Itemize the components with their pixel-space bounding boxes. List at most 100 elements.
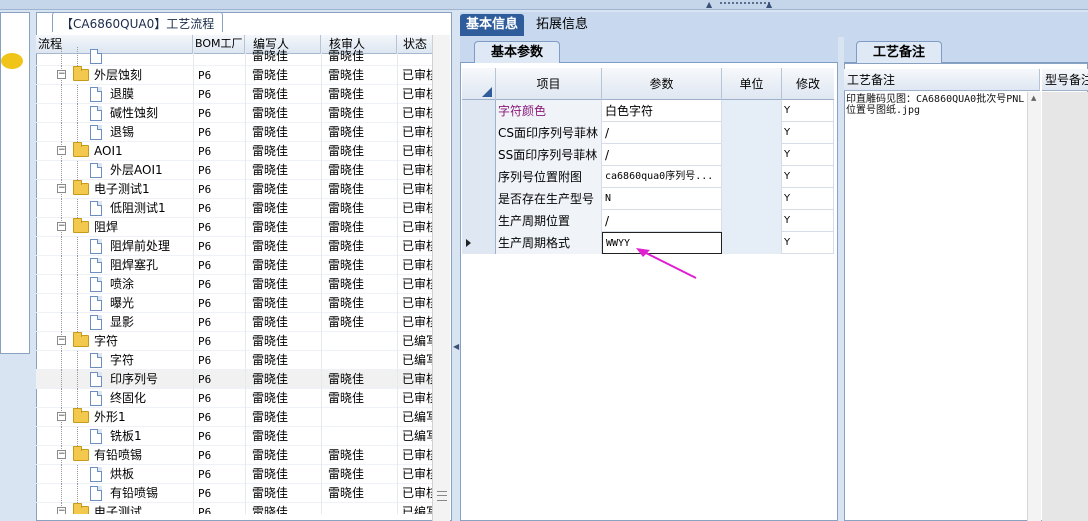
param-unit-cell[interactable] [722, 166, 782, 188]
tree-node-step[interactable]: 铣板1 P6雷晓佳 已编写 [36, 427, 432, 446]
param-unit-cell[interactable] [722, 100, 782, 122]
param-unit-cell[interactable] [722, 210, 782, 232]
row-indicator[interactable] [462, 210, 496, 232]
collapse-left-icon[interactable]: ◀ [453, 342, 459, 351]
collapse-toggle-icon[interactable]: − [57, 412, 66, 421]
tab-process-remarks[interactable]: 工艺备注 [856, 41, 942, 63]
column-header-unit[interactable]: 单位 [722, 68, 782, 100]
bom-cell: P6 [193, 370, 245, 389]
remark-scrollbar[interactable]: ▲ [1027, 92, 1041, 521]
tree-node-folder[interactable]: − 外形1 P6雷晓佳 已编写 [36, 408, 432, 427]
tree-node-step[interactable]: 终固化P6雷晓佳雷晓佳已审核 [36, 389, 432, 408]
param-value-cell[interactable]: ca6860qua0序列号... [602, 166, 722, 188]
row-indicator[interactable] [462, 122, 496, 144]
param-value-cell[interactable]: N [602, 188, 722, 210]
tab-basic-info[interactable]: 基本信息 [460, 14, 525, 36]
tree-node-step[interactable]: 碱性蚀刻P6雷晓佳雷晓佳已审核 [36, 104, 432, 123]
scroll-up-icon[interactable]: ▲ [1031, 94, 1036, 102]
param-value-cell[interactable]: / [602, 122, 722, 144]
collapse-up-icon[interactable]: ▲ [766, 0, 772, 9]
tree-node-step[interactable]: 有铅喷锡P6雷晓佳雷晓佳已审核 [36, 484, 432, 503]
model-remark-cell[interactable] [1042, 92, 1088, 521]
param-row[interactable]: 字符颜色 白色字符 Y [462, 100, 834, 122]
tree-node-step[interactable]: 烘板P6雷晓佳雷晓佳已审核 [36, 465, 432, 484]
column-header-param[interactable]: 参数 [602, 68, 722, 100]
column-header-item[interactable]: 项目 [496, 68, 602, 100]
row-indicator[interactable] [462, 144, 496, 166]
tree-node-folder[interactable]: − 字符 P6雷晓佳 已编写 [36, 332, 432, 351]
param-modified-cell[interactable]: Y [782, 210, 834, 232]
collapse-toggle-icon[interactable]: − [57, 450, 66, 459]
tree-node-folder[interactable]: −阻焊P6雷晓佳雷晓佳已审核 [36, 218, 432, 237]
grid-corner[interactable] [462, 68, 496, 100]
tree-node-folder[interactable]: −AOI1P6雷晓佳雷晓佳已审核 [36, 142, 432, 161]
param-modified-cell[interactable]: Y [782, 188, 834, 210]
row-indicator[interactable] [462, 188, 496, 210]
tree-node-step[interactable]: 外层AOI1P6雷晓佳雷晓佳已审核 [36, 161, 432, 180]
param-unit-cell[interactable] [722, 232, 782, 254]
param-unit-cell[interactable] [722, 188, 782, 210]
tree-node-step[interactable]: 低阻测试1P6雷晓佳雷晓佳已审核 [36, 199, 432, 218]
collapse-toggle-icon[interactable]: − [57, 336, 66, 345]
tree-node-folder[interactable]: − 电子测试 P6雷晓佳 已编写 [36, 503, 432, 514]
param-row[interactable]: CS面印序列号菲林 / Y [462, 122, 834, 144]
bom-cell: P6 [193, 332, 245, 351]
tree-node-name-cell: 阻焊塞孔 [36, 256, 192, 275]
tree-node-step[interactable]: 阻焊塞孔P6雷晓佳雷晓佳已审核 [36, 256, 432, 275]
param-modified-cell[interactable]: Y [782, 144, 834, 166]
tree-node-folder[interactable]: −外层蚀刻P6雷晓佳雷晓佳已审核 [36, 66, 432, 85]
collapse-toggle-icon[interactable]: − [57, 70, 66, 79]
column-header-process-remark[interactable]: 工艺备注 [844, 69, 1040, 91]
param-value-cell[interactable]: / [602, 144, 722, 166]
tree-node-step[interactable]: 印序列号P6雷晓佳雷晓佳已审核 [36, 370, 432, 389]
scroll-grip[interactable] [437, 491, 447, 501]
top-splitter[interactable]: ▲ ▲ [0, 0, 1088, 10]
tree-node-step[interactable]: 曝光P6雷晓佳雷晓佳已审核 [36, 294, 432, 313]
tree-node-step[interactable]: 字符 P6雷晓佳 已编写 [36, 351, 432, 370]
tree-node-label: 阻焊 [94, 220, 119, 234]
row-indicator[interactable] [462, 232, 496, 254]
tree-guide-line [61, 104, 62, 123]
column-header-model-remark[interactable]: 型号备注 [1042, 69, 1088, 91]
column-header-modified[interactable]: 修改 [782, 68, 834, 100]
param-value-cell[interactable]: 白色字符 [602, 100, 722, 122]
collapse-toggle-icon[interactable]: − [57, 146, 66, 155]
param-modified-cell[interactable]: Y [782, 232, 834, 254]
process-tree-tab[interactable]: 【CA6860QUA0】工艺流程 [52, 12, 224, 32]
chat-bubble-icon[interactable] [1, 53, 23, 69]
tree-node-label: 退锡 [110, 125, 135, 139]
row-indicator[interactable] [462, 166, 496, 188]
tree-node-name-cell: 阻焊前处理 [36, 237, 192, 256]
param-value-cell[interactable]: / [602, 210, 722, 232]
tree-node-step[interactable]: 雷晓佳 雷晓佳 [36, 47, 432, 66]
tree-node-step[interactable]: 阻焊前处理P6雷晓佳雷晓佳已审核 [36, 237, 432, 256]
tree-scrollbar[interactable] [432, 35, 450, 521]
param-modified-cell[interactable]: Y [782, 100, 834, 122]
param-row[interactable]: 生产周期位置 / Y [462, 210, 834, 232]
param-unit-cell[interactable] [722, 122, 782, 144]
param-modified-cell[interactable]: Y [782, 122, 834, 144]
tree-node-folder[interactable]: −有铅喷锡P6雷晓佳雷晓佳已审核 [36, 446, 432, 465]
tree-node-label: 印序列号 [110, 372, 159, 386]
status-cell: 已审核 [397, 218, 432, 237]
tree-node-step[interactable]: 显影P6雷晓佳雷晓佳已审核 [36, 313, 432, 332]
row-indicator[interactable] [462, 100, 496, 122]
param-unit-cell[interactable] [722, 144, 782, 166]
param-row[interactable]: 是否存在生产型号 N Y [462, 188, 834, 210]
tree-node-step[interactable]: 退膜P6雷晓佳雷晓佳已审核 [36, 85, 432, 104]
tree-node-step[interactable]: 退锡P6雷晓佳雷晓佳已审核 [36, 123, 432, 142]
param-row[interactable]: SS面印序列号菲林 / Y [462, 144, 834, 166]
collapse-toggle-icon[interactable]: − [57, 222, 66, 231]
collapse-toggle-icon[interactable]: − [57, 184, 66, 193]
param-modified-cell[interactable]: Y [782, 166, 834, 188]
collapse-toggle-icon[interactable]: − [57, 507, 66, 514]
tab-extended-info[interactable]: 拓展信息 [530, 14, 594, 36]
param-row[interactable]: 序列号位置附图 ca6860qua0序列号... Y [462, 166, 834, 188]
process-remark-text[interactable]: 印直雕码见图：CA6860QUA0批次号PNL位置号图纸.jpg [846, 94, 1030, 116]
collapse-up-icon[interactable]: ▲ [706, 0, 712, 9]
tab-basic-params[interactable]: 基本参数 [474, 41, 560, 63]
tree-node-step[interactable]: 喷涂P6雷晓佳雷晓佳已审核 [36, 275, 432, 294]
tree-node-folder[interactable]: −电子测试1P6雷晓佳雷晓佳已审核 [36, 180, 432, 199]
middle-splitter[interactable]: ◀ [452, 12, 460, 521]
splitter-grip[interactable] [720, 2, 770, 7]
